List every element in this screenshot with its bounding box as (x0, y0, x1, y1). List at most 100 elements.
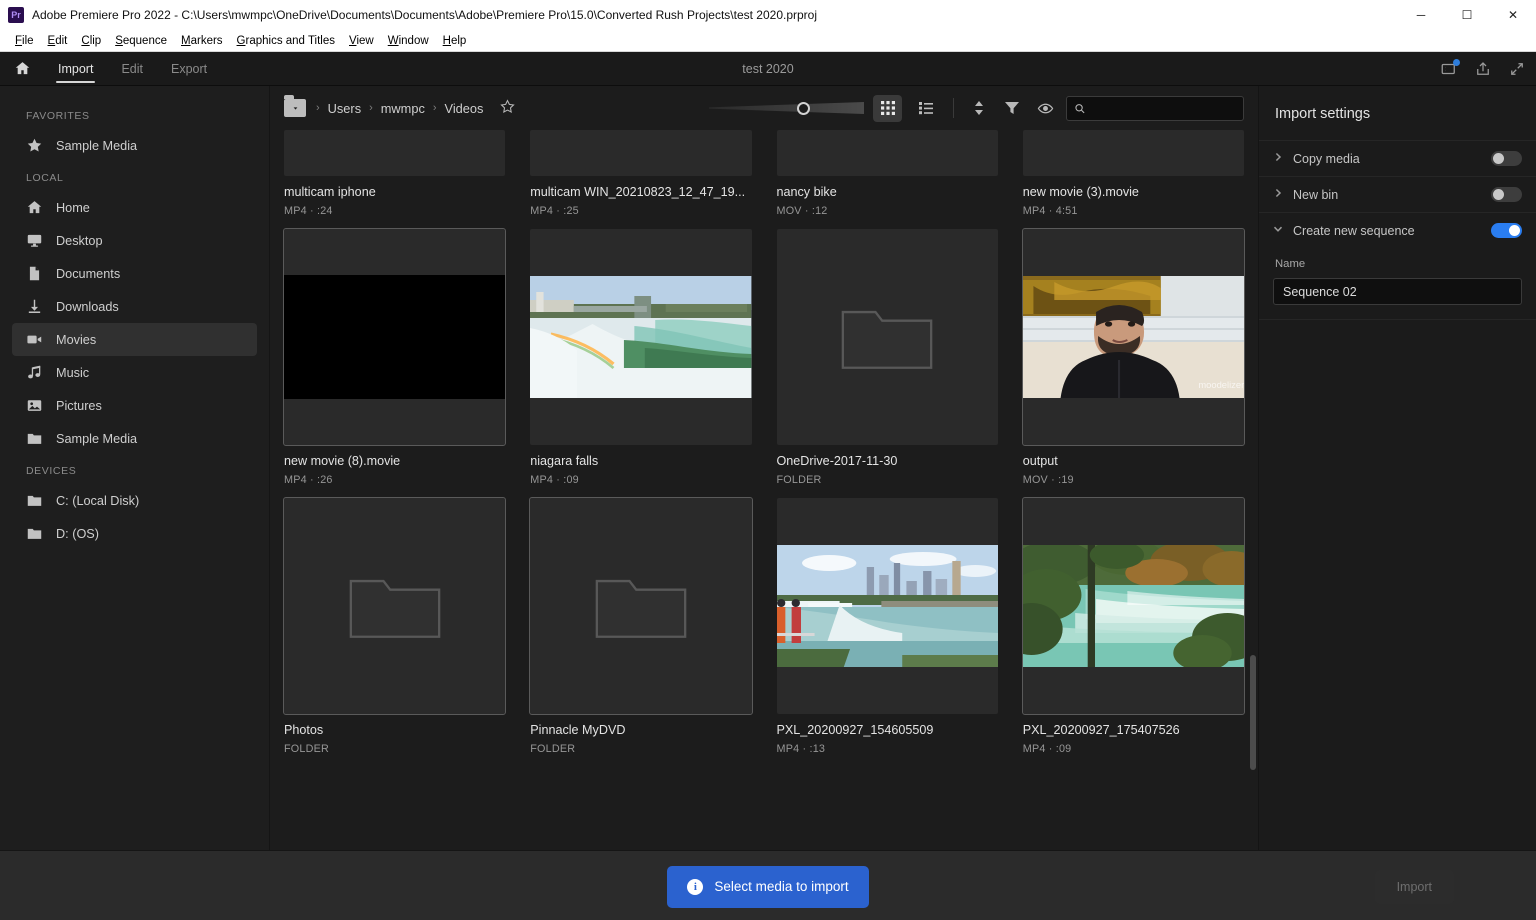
tab-export[interactable]: Export (157, 52, 221, 86)
media-thumbnail[interactable] (282, 228, 507, 446)
sidebar-item-documents[interactable]: Documents (12, 257, 257, 290)
setting-toggle[interactable] (1491, 151, 1522, 166)
scrollbar-thumb[interactable] (1250, 655, 1256, 770)
setting-row-new-bin[interactable]: New bin (1259, 176, 1536, 212)
svg-text:moodelizer: moodelizer (1198, 380, 1244, 390)
video-camera-icon (26, 331, 43, 348)
slider-knob[interactable] (797, 101, 810, 115)
media-meta: MP4 · :26 (284, 474, 333, 486)
sidebar-item-d-os[interactable]: D: (OS) (12, 517, 257, 550)
menu-item-view[interactable]: View (342, 33, 381, 49)
media-card[interactable]: Photos FOLDER (282, 497, 507, 755)
media-thumbnail[interactable] (530, 130, 752, 176)
menu-item-file[interactable]: File (8, 33, 41, 49)
media-card[interactable]: Pinnacle MyDVD FOLDER (529, 497, 753, 755)
eye-icon[interactable] (1033, 96, 1057, 120)
media-thumbnail[interactable] (529, 497, 753, 715)
thumbnail-image (530, 276, 752, 398)
media-thumbnail[interactable] (776, 229, 998, 445)
menu-item-clip[interactable]: Clip (74, 33, 108, 49)
sequence-name-input[interactable] (1273, 278, 1522, 305)
thumbnail-image: moodelizer (1022, 276, 1244, 398)
sidebar-item-label: C: (Local Disk) (56, 493, 140, 508)
media-thumbnail[interactable] (282, 497, 507, 715)
media-card[interactable]: niagara falls MP4 · :09 (530, 229, 752, 486)
vertical-scrollbar[interactable] (1250, 190, 1256, 830)
sort-icon[interactable] (967, 96, 991, 120)
thumbnail-image (1022, 545, 1244, 667)
notes-icon[interactable] (1440, 59, 1460, 78)
breadcrumb-item-videos[interactable]: Videos (445, 101, 484, 116)
media-thumbnail[interactable] (284, 130, 506, 176)
search-field[interactable] (1091, 102, 1236, 114)
media-name: multicam iphone (284, 185, 376, 199)
media-name: PXL_20200927_154605509 (776, 723, 934, 737)
list-view-icon[interactable] (911, 95, 940, 122)
menu-item-help[interactable]: Help (436, 33, 474, 49)
minimize-button[interactable]: ─ (1398, 0, 1444, 30)
thumbnail-size-slider[interactable] (709, 96, 864, 120)
chevron-right-icon[interactable] (1273, 188, 1283, 201)
media-meta: FOLDER (530, 743, 576, 755)
header-icon-group (1440, 52, 1526, 86)
share-icon[interactable] (1474, 60, 1492, 78)
media-card[interactable]: PXL_20200927_175407526 MP4 · :09 (1021, 497, 1246, 755)
sidebar-item-pictures[interactable]: Pictures (12, 389, 257, 422)
media-card[interactable]: nancy bike MOV · :12 (776, 130, 998, 217)
sidebar-item-c-local-disk[interactable]: C: (Local Disk) (12, 484, 257, 517)
chevron-right-icon[interactable] (1273, 152, 1283, 165)
fullscreen-icon[interactable] (1508, 60, 1526, 78)
media-thumbnail[interactable] (776, 130, 998, 176)
tab-edit[interactable]: Edit (107, 52, 157, 86)
filter-icon[interactable] (1000, 96, 1024, 120)
grid-view-icon[interactable] (873, 94, 902, 122)
sidebar-item-desktop[interactable]: Desktop (12, 224, 257, 257)
setting-toggle[interactable] (1491, 187, 1522, 202)
menu-item-graphics-and-titles[interactable]: Graphics and Titles (230, 33, 342, 49)
tab-import[interactable]: Import (44, 52, 107, 86)
import-button[interactable]: Import (1374, 869, 1454, 904)
star-outline-icon[interactable] (499, 98, 516, 119)
media-card[interactable]: moodelizer output MOV · :19 (1021, 228, 1246, 486)
sidebar-item-sample-media[interactable]: Sample Media (12, 422, 257, 455)
media-card[interactable]: new movie (3).movie MP4 · 4:51 (1022, 130, 1244, 217)
menu-item-window[interactable]: Window (381, 33, 436, 49)
setting-row-copy-media[interactable]: Copy media (1259, 140, 1536, 176)
breadcrumb-item-users[interactable]: Users (328, 101, 361, 116)
close-button[interactable]: ✕ (1490, 0, 1536, 30)
media-thumbnail[interactable] (1021, 497, 1246, 715)
menu-item-markers[interactable]: Markers (174, 33, 230, 49)
setting-toggle[interactable] (1491, 223, 1522, 238)
search-input[interactable] (1066, 95, 1244, 121)
music-note-icon (26, 364, 43, 381)
media-thumbnail[interactable] (776, 498, 998, 714)
maximize-button[interactable]: ☐ (1444, 0, 1490, 30)
sidebar-group-label-devices: DEVICES (26, 465, 77, 477)
media-card[interactable]: multicam iphone MP4 · :24 (284, 130, 506, 217)
sidebar-item-home[interactable]: Home (12, 191, 257, 224)
media-card[interactable]: multicam WIN_20210823_12_47_19... MP4 · :… (530, 130, 752, 217)
breadcrumb-item-mwmpc[interactable]: mwmpc (381, 101, 425, 116)
menu-item-sequence[interactable]: Sequence (108, 33, 174, 49)
home-icon[interactable] (0, 52, 44, 86)
media-name: OneDrive-2017-11-30 (776, 454, 898, 468)
media-card[interactable]: new movie (8).movie MP4 · :26 (282, 228, 507, 486)
sidebar-item-downloads[interactable]: Downloads (12, 290, 257, 323)
sidebar-item-music[interactable]: Music (12, 356, 257, 389)
media-card[interactable]: PXL_20200927_154605509 MP4 · :13 (776, 498, 998, 755)
setting-label: Create new sequence (1293, 223, 1415, 238)
sidebar-group-label-favorites: FAVORITES (26, 110, 90, 122)
sidebar-item-label: Pictures (56, 398, 102, 413)
chevron-down-icon[interactable] (1273, 224, 1283, 237)
media-thumbnail[interactable]: moodelizer (1021, 228, 1246, 446)
setting-row-create-new-sequence[interactable]: Create new sequence (1259, 212, 1536, 248)
menu-item-edit[interactable]: Edit (41, 33, 75, 49)
sidebar-item-sample-media[interactable]: Sample Media (12, 129, 257, 162)
folder-dropdown-icon[interactable] (284, 95, 306, 117)
media-thumbnail[interactable] (530, 229, 752, 445)
media-thumbnail[interactable] (1022, 130, 1244, 176)
media-card[interactable]: OneDrive-2017-11-30 FOLDER (776, 229, 998, 486)
select-media-to-import-button[interactable]: i Select media to import (667, 865, 869, 908)
sidebar-item-movies[interactable]: Movies (12, 323, 257, 356)
monitor-icon (26, 232, 43, 249)
